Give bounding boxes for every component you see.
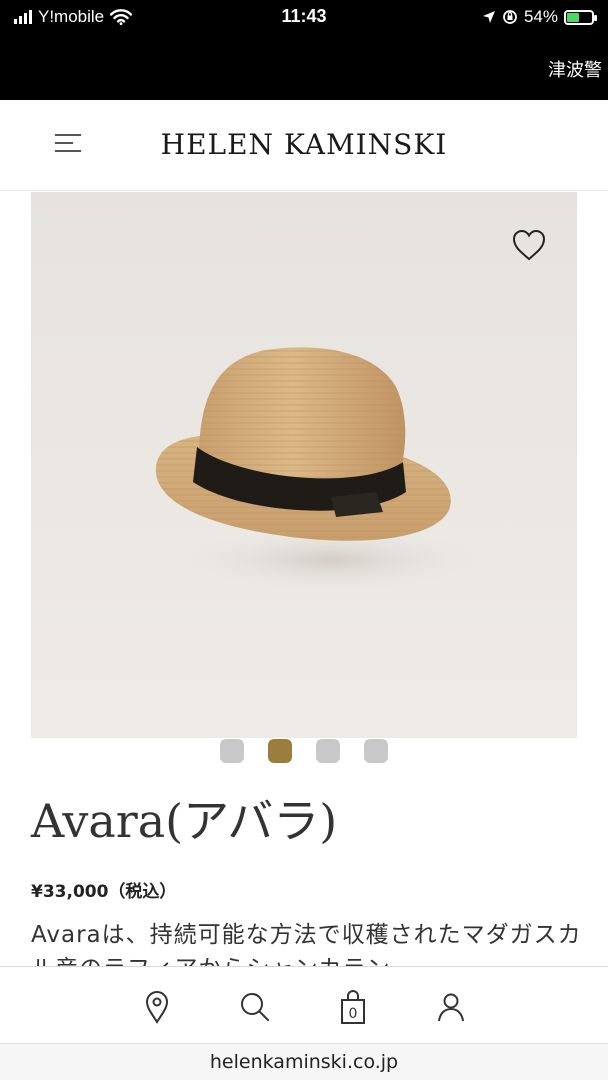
- carousel-dot-2[interactable]: [268, 739, 292, 763]
- battery-percent: 54%: [523, 7, 558, 26]
- tsunami-warning-banner[interactable]: 津波警: [548, 56, 602, 82]
- account-button[interactable]: [433, 987, 469, 1027]
- location-arrow-icon: [482, 11, 495, 23]
- user-icon: [438, 993, 464, 1022]
- product-price: ¥33,000（税込）: [31, 882, 177, 902]
- product-image[interactable]: [31, 192, 577, 738]
- store-locator-button[interactable]: [139, 987, 175, 1027]
- battery-fill: [567, 12, 580, 22]
- battery-nub: [594, 14, 597, 21]
- carousel-dot-1[interactable]: [220, 739, 244, 763]
- product-description: Avaraは、持続可能な方法で収穫されたマダガスカル産のラフィアからシャンカラン: [31, 922, 582, 966]
- product-title: Avara(アバラ): [31, 794, 338, 848]
- bottom-nav: 0: [0, 966, 608, 1043]
- location-pin-icon: [145, 991, 169, 1024]
- search-button[interactable]: [237, 987, 273, 1027]
- heart-icon[interactable]: [511, 228, 547, 262]
- carousel-indicator: [0, 739, 608, 763]
- site-header: HELEN KAMINSKI: [0, 100, 608, 191]
- battery-icon: [564, 9, 597, 25]
- search-icon: [241, 993, 269, 1021]
- shopping-bag-icon: 0: [341, 990, 365, 1024]
- bag-button[interactable]: 0: [335, 987, 371, 1027]
- svg-text:0: 0: [349, 1006, 358, 1022]
- hat-image: [155, 347, 481, 592]
- status-right: 54%: [482, 6, 597, 28]
- brand-logo[interactable]: HELEN KAMINSKI: [0, 128, 608, 161]
- orientation-lock-icon: [503, 10, 517, 24]
- carousel-dot-3[interactable]: [316, 739, 340, 763]
- status-bar: Y!mobile 11:43 54% 津波警: [0, 0, 608, 100]
- browser-url-bar[interactable]: helenkaminski.co.jp: [0, 1043, 608, 1080]
- carousel-dot-4[interactable]: [364, 739, 388, 763]
